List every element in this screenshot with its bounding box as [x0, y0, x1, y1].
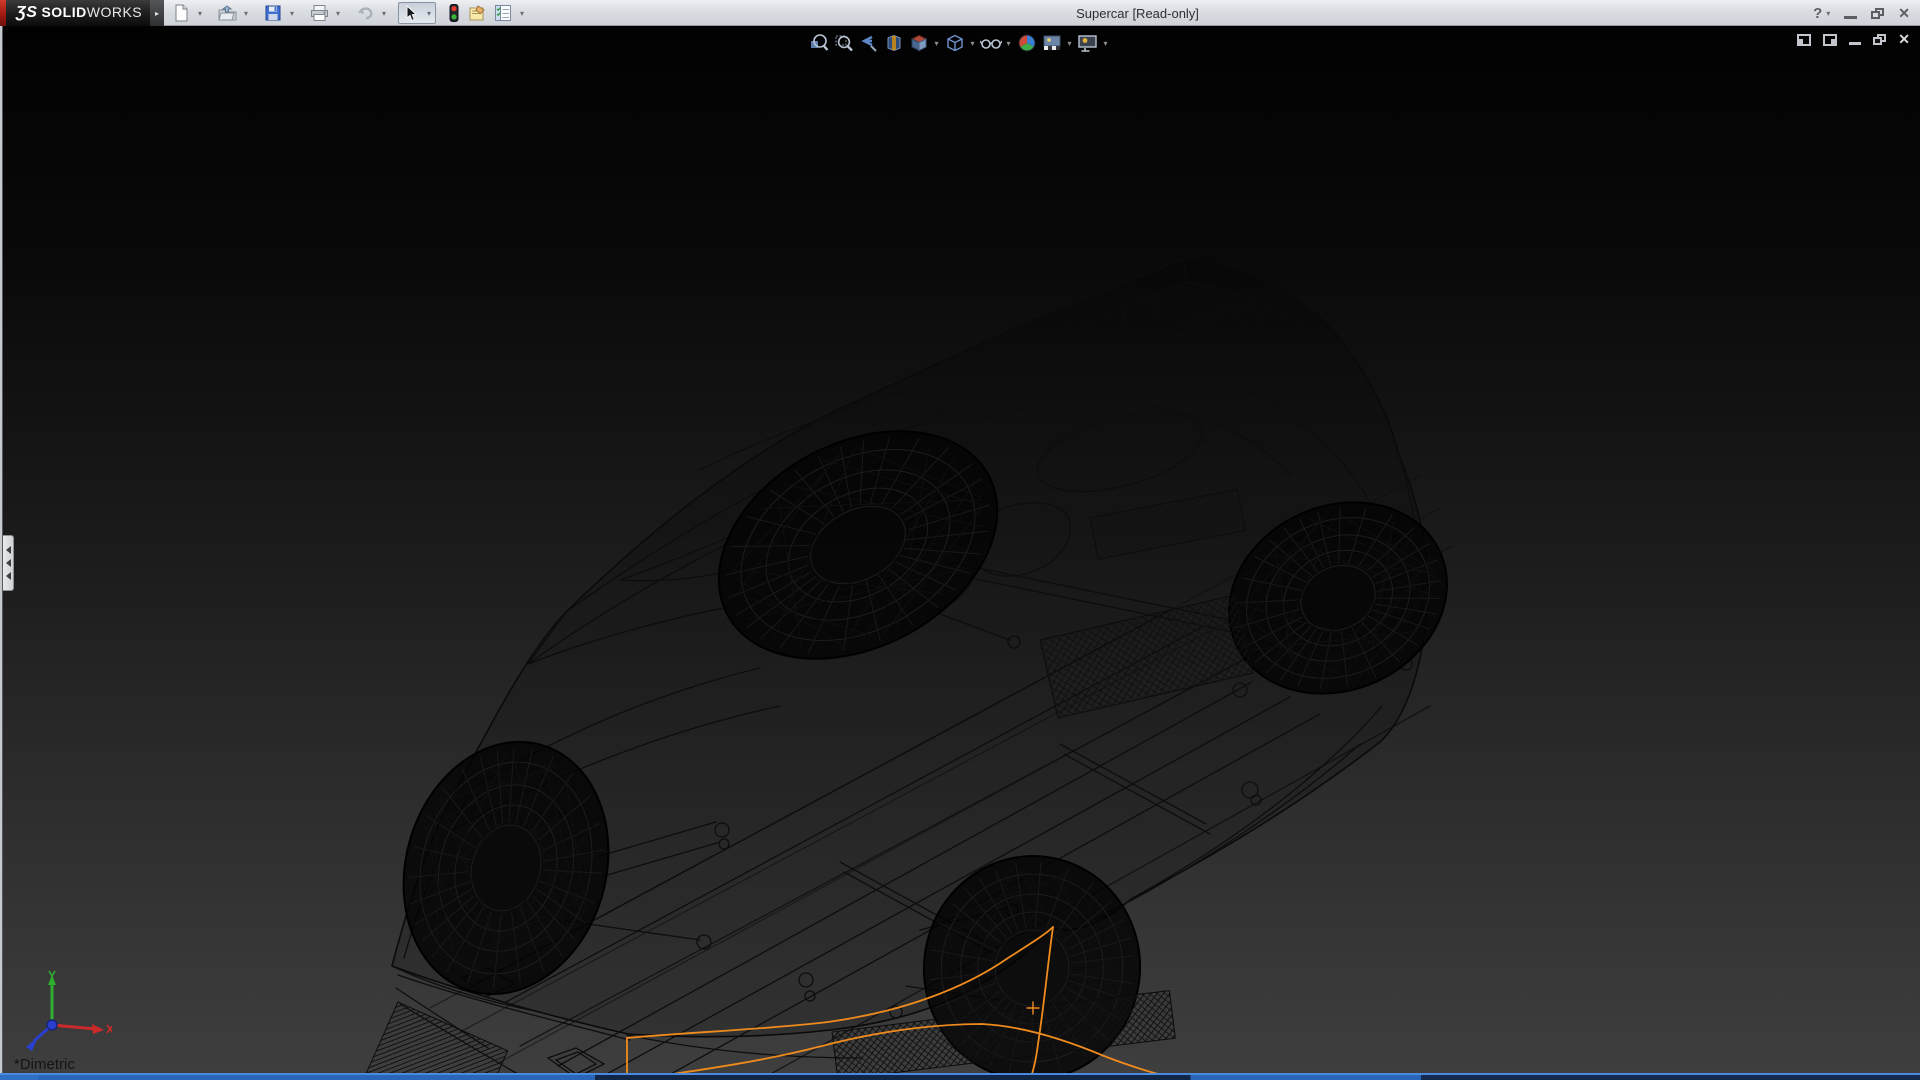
pane-right-icon[interactable] — [1823, 34, 1837, 46]
select-cursor-icon — [404, 5, 418, 22]
print-button[interactable] — [306, 1, 332, 25]
wireframe-car-canvas — [0, 26, 1920, 1073]
file-properties-icon — [468, 4, 487, 22]
display-style-icon — [945, 33, 965, 53]
view-settings-icon — [1077, 33, 1098, 53]
view-settings-dropdown[interactable]: ▾ — [1100, 39, 1111, 48]
apply-scene-button[interactable] — [1039, 30, 1064, 56]
display-style-button[interactable] — [942, 30, 967, 56]
featuremanager-splitter-tab[interactable] — [3, 535, 14, 591]
collapse-arrow-icon — [6, 559, 11, 567]
undo-dropdown[interactable]: ▾ — [378, 1, 390, 25]
close-button[interactable]: ✕ — [1898, 5, 1910, 22]
previous-view-icon — [859, 33, 879, 53]
new-document-dropdown[interactable]: ▾ — [194, 1, 206, 25]
apply-scene-icon — [1042, 33, 1062, 53]
pane-left-icon[interactable] — [1797, 34, 1811, 46]
x-axis-arrow — [92, 1024, 104, 1034]
document-title: Supercar [Read-only] — [1040, 0, 1235, 26]
new-document-icon — [172, 4, 190, 22]
undo-button[interactable] — [352, 1, 378, 25]
zoom-to-fit-button[interactable] — [806, 30, 831, 56]
zoom-to-area-button[interactable] — [831, 30, 856, 56]
doc-close-button[interactable]: ✕ — [1898, 31, 1910, 48]
new-document-button[interactable] — [168, 1, 194, 25]
options-dropdown[interactable]: ▾ — [516, 1, 528, 25]
section-view-icon — [884, 33, 904, 53]
logo-red-accent — [0, 0, 6, 26]
display-style-dropdown[interactable]: ▾ — [967, 39, 978, 48]
help-button[interactable]: ? — [1813, 5, 1822, 22]
options-icon — [494, 4, 512, 22]
view-settings-button[interactable] — [1075, 30, 1100, 56]
save-dropdown[interactable]: ▾ — [286, 1, 298, 25]
open-document-icon — [218, 4, 237, 22]
select-tool-dropdown[interactable]: ▾ — [423, 1, 435, 25]
edit-appearance-button[interactable] — [1014, 30, 1039, 56]
view-orientation-button[interactable] — [906, 30, 931, 56]
solidworks-logo[interactable]: ƷSSOLIDWORKS — [0, 0, 150, 26]
appearance-sphere-icon — [1017, 33, 1037, 53]
previous-view-button[interactable] — [856, 30, 881, 56]
save-button[interactable] — [260, 1, 286, 25]
open-document-dropdown[interactable]: ▾ — [240, 1, 252, 25]
open-document-button[interactable] — [214, 1, 240, 25]
zoom-to-fit-icon — [809, 33, 829, 53]
graphics-viewport[interactable]: ▾ ▾ ▾ — [0, 26, 1920, 1073]
print-icon — [310, 4, 329, 22]
rebuild-button[interactable] — [444, 1, 464, 25]
view-orientation-dropdown[interactable]: ▾ — [931, 39, 942, 48]
doc-restore-button[interactable] — [1873, 34, 1886, 45]
traffic-light-icon — [449, 4, 459, 22]
app-window-controls: ? ▾ ✕ — [1813, 0, 1910, 26]
headsup-view-toolbar: ▾ ▾ ▾ — [806, 29, 1111, 57]
collapse-arrow-icon — [6, 546, 11, 554]
print-dropdown[interactable]: ▾ — [332, 1, 344, 25]
options-button[interactable] — [490, 1, 516, 25]
logo-3s-mark: ƷS — [16, 4, 37, 21]
help-dropdown[interactable]: ▾ — [1826, 9, 1830, 18]
view-orientation-icon — [909, 33, 929, 53]
undo-icon — [355, 4, 375, 22]
section-view-button[interactable] — [881, 30, 906, 56]
taskbar-edge[interactable] — [0, 1073, 1920, 1080]
select-tool-group[interactable]: ▾ — [398, 2, 436, 24]
minimize-button[interactable] — [1844, 16, 1857, 19]
zoom-to-area-icon — [834, 33, 854, 53]
apply-scene-dropdown[interactable]: ▾ — [1064, 39, 1075, 48]
standard-toolbar: ▾ ▾ ▾ — [168, 1, 528, 25]
eyeglasses-icon — [980, 33, 1002, 53]
file-properties-button[interactable] — [464, 1, 490, 25]
menu-toolbar-bar: ƷSSOLIDWORKS ▸ ▾ ▾ — [0, 0, 1920, 26]
doc-minimize-button[interactable] — [1849, 42, 1861, 45]
select-tool-button[interactable] — [399, 1, 423, 25]
view-orientation-label: *Dimetric — [14, 1056, 75, 1073]
orientation-triad — [12, 965, 112, 1055]
logo-text: ƷSSOLIDWORKS — [16, 4, 142, 22]
restore-button[interactable] — [1871, 8, 1884, 19]
hide-show-items-dropdown[interactable]: ▾ — [1003, 39, 1014, 48]
collapse-arrow-icon — [6, 572, 11, 580]
menu-expander-button[interactable]: ▸ — [150, 0, 164, 26]
document-window-controls: ✕ — [1797, 31, 1910, 48]
hide-show-items-button[interactable] — [978, 30, 1003, 56]
z-axis-arrow — [26, 1037, 38, 1051]
save-icon — [264, 4, 282, 22]
